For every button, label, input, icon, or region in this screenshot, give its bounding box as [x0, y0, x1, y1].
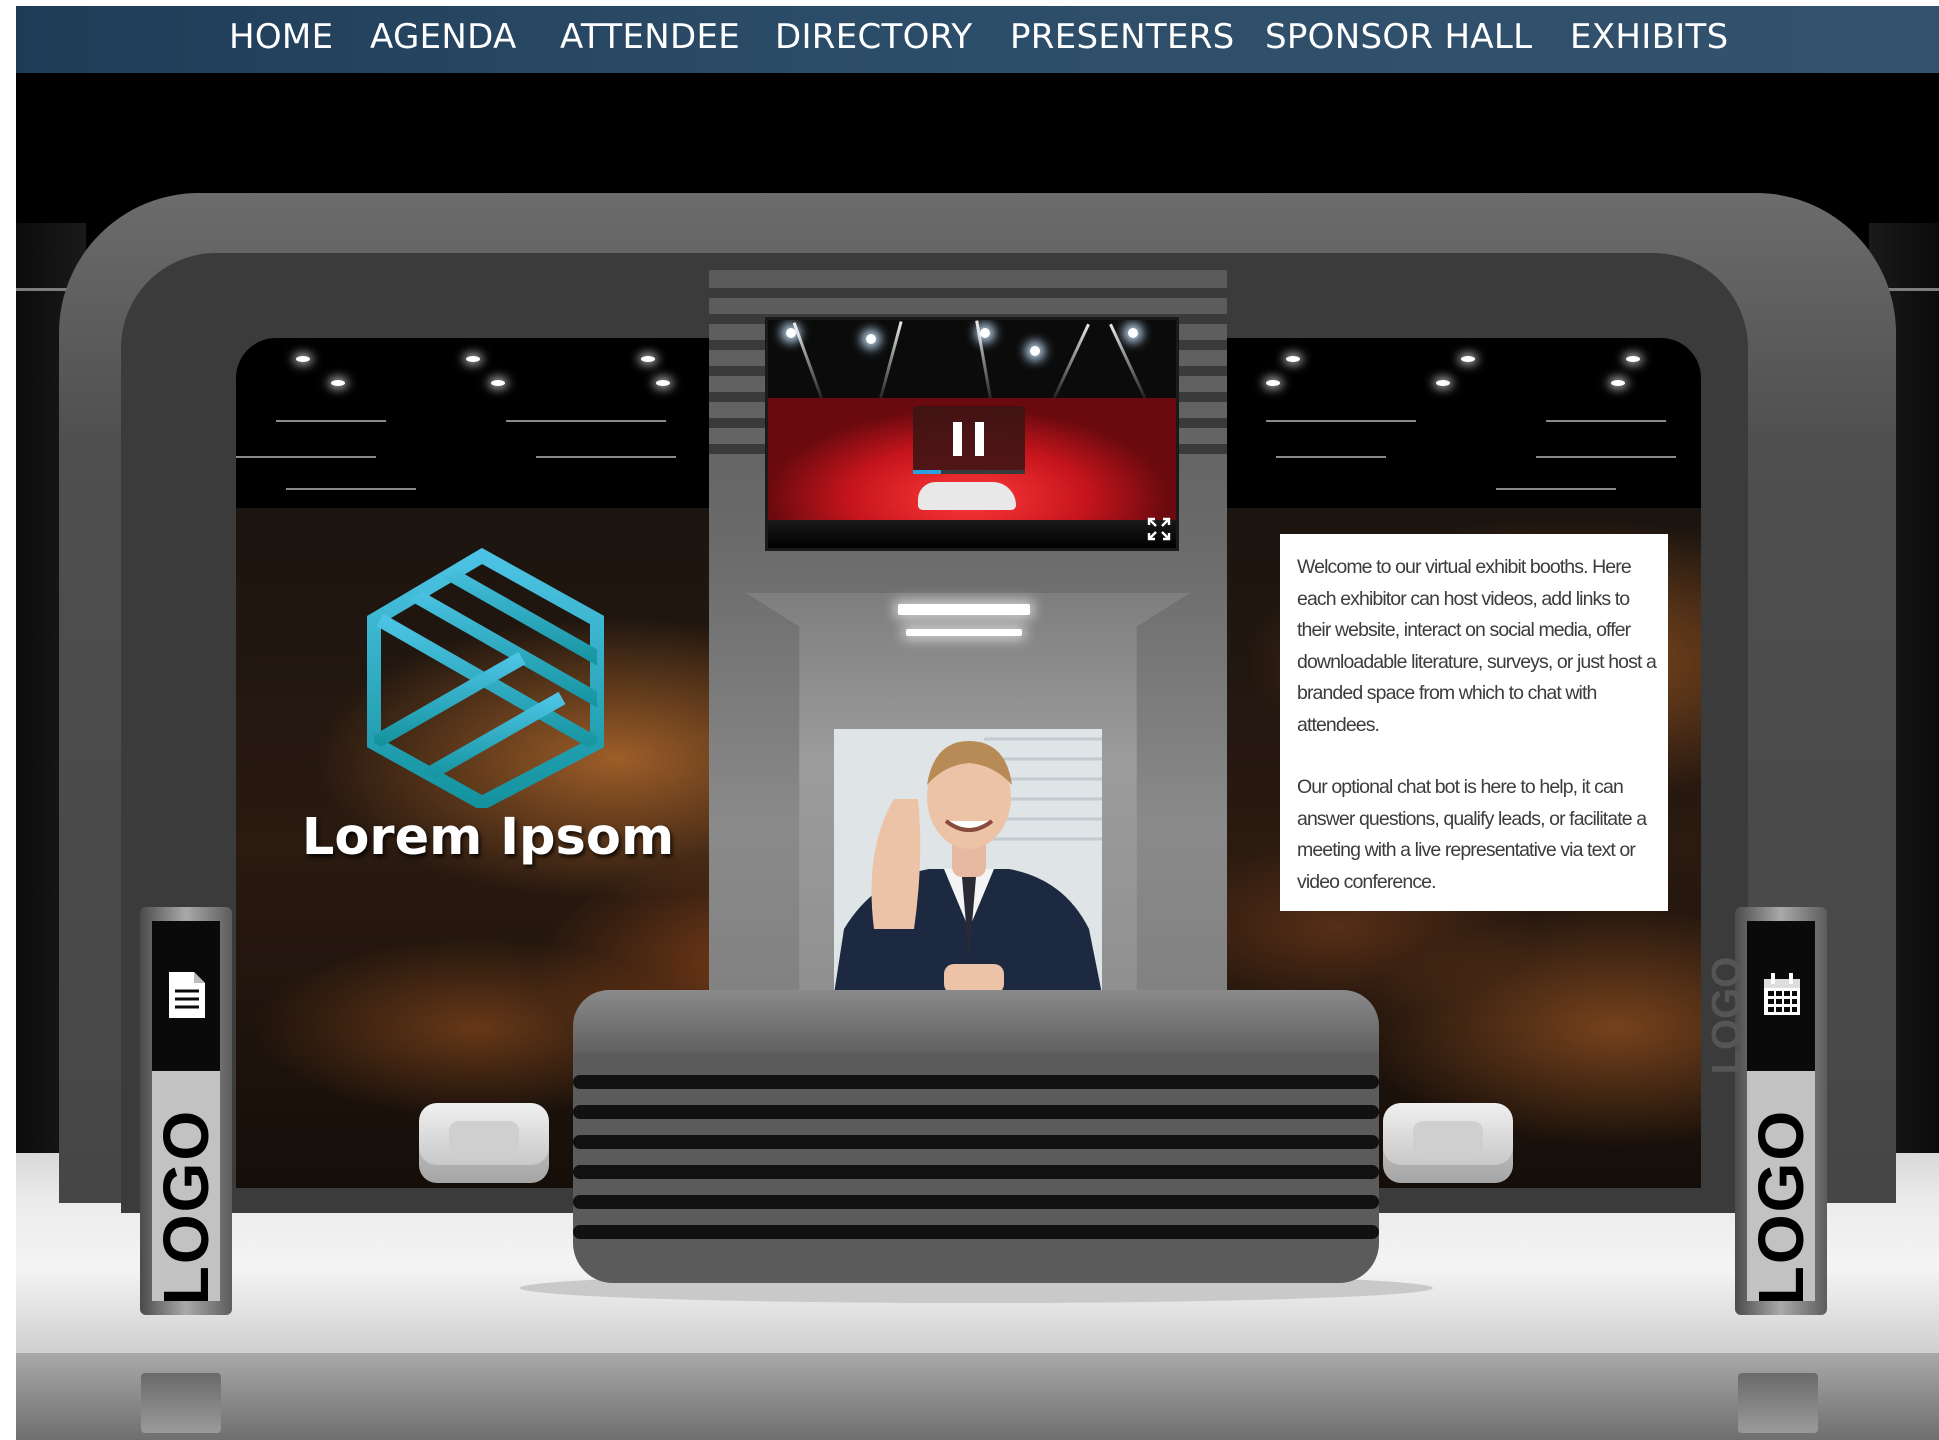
desk-groove: [573, 1135, 1379, 1149]
nav-agenda[interactable]: AGENDA: [370, 20, 517, 54]
ceiling-light: [1626, 356, 1640, 362]
alcove-light: [906, 629, 1022, 636]
ceiling-light: [1611, 380, 1625, 386]
pause-button[interactable]: [913, 406, 1025, 472]
alcove-light: [898, 604, 1030, 615]
ceiling-line: [536, 456, 676, 458]
nav-exhibits[interactable]: EXHIBITS: [1570, 20, 1728, 54]
video-crowd: [768, 520, 1176, 548]
stage-spotlight: [1030, 346, 1040, 356]
ceiling-line: [1546, 420, 1666, 422]
kiosk-side-logo: LOGO: [1704, 956, 1749, 1075]
video-progress-fill: [913, 470, 941, 474]
document-icon[interactable]: [166, 969, 208, 1021]
reception-desk: [573, 1053, 1379, 1283]
ceiling-light: [331, 380, 345, 386]
kiosk-logo-text: LOGO: [1745, 1108, 1817, 1306]
kiosk-screen: [1747, 921, 1815, 1071]
ceiling-line: [506, 420, 666, 422]
calendar-icon[interactable]: [1761, 969, 1803, 1021]
kiosk-logo-text: LOGO: [150, 1108, 222, 1306]
ceiling-light: [1436, 380, 1450, 386]
fullscreen-icon[interactable]: [1146, 516, 1172, 542]
video-car: [918, 482, 1016, 510]
ceiling-light: [466, 356, 480, 362]
ceiling-light: [1461, 356, 1475, 362]
nav-presenters[interactable]: PRESENTERS: [1010, 20, 1235, 54]
stage-spotlight: [980, 328, 990, 338]
stool-cutout: [449, 1121, 519, 1159]
brand-name: Lorem Ipsom: [301, 808, 675, 867]
ceiling-light: [491, 380, 505, 386]
ceiling-line: [1266, 420, 1416, 422]
desk-groove: [573, 1225, 1379, 1239]
ceiling-line: [1496, 488, 1616, 490]
reception-desk-top: [573, 990, 1379, 1060]
presenter-portrait: [834, 729, 1102, 994]
ceiling-line: [1276, 456, 1386, 458]
stage-spotlight: [866, 334, 876, 344]
ceiling-line: [236, 456, 376, 458]
kiosk-reflection: [1738, 1373, 1818, 1433]
nav-home[interactable]: HOME: [229, 20, 333, 54]
kiosk-left: LOGO: [140, 907, 232, 1315]
kiosk-screen: [152, 921, 220, 1071]
floor-reflection: [16, 1353, 1939, 1440]
exhibit-booth-scene: Lorem Ipsom Welcome to our virtual exhib…: [16, 73, 1939, 1440]
booth-video-player[interactable]: [765, 317, 1179, 551]
ceiling-light: [1286, 356, 1300, 362]
nav-attendee[interactable]: ATTENDEE: [560, 20, 740, 54]
stage-light-beam: [1049, 323, 1090, 407]
stage-light-beam: [792, 322, 827, 408]
desk-groove: [573, 1075, 1379, 1089]
tower-slat: [709, 288, 1227, 298]
booth-info-card: Welcome to our virtual exhibit booths. H…: [1280, 534, 1668, 911]
nav-directory[interactable]: DIRECTORY: [775, 20, 973, 54]
stage-spotlight: [1128, 328, 1138, 338]
stage-light-beam: [876, 321, 903, 409]
stool-cutout: [1413, 1121, 1483, 1159]
ceiling-line: [286, 488, 416, 490]
info-paragraph-chatbot: Our optional chat bot is here to help, i…: [1297, 776, 1647, 893]
ceiling-line: [1536, 456, 1676, 458]
pause-icon: [953, 422, 962, 456]
video-progress-bar[interactable]: [913, 470, 1025, 474]
ceiling-line: [276, 420, 386, 422]
ceiling-light: [641, 356, 655, 362]
desk-groove: [573, 1165, 1379, 1179]
top-navigation: HOME AGENDA ATTENDEE DIRECTORY PRESENTER…: [16, 6, 1939, 73]
desk-groove: [573, 1195, 1379, 1209]
pause-icon: [975, 422, 984, 456]
desk-groove: [573, 1105, 1379, 1119]
booth-stool: [419, 1103, 549, 1183]
ceiling-light: [1266, 380, 1280, 386]
ceiling-light: [656, 380, 670, 386]
brand-logo-icon[interactable]: [362, 548, 612, 808]
info-paragraph-welcome: Welcome to our virtual exhibit booths. H…: [1297, 556, 1657, 736]
presenter-video[interactable]: [834, 729, 1102, 994]
kiosk-reflection: [141, 1373, 221, 1433]
nav-sponsor-hall[interactable]: SPONSOR HALL: [1265, 20, 1532, 54]
ceiling-light: [296, 356, 310, 362]
booth-viewport: HOME AGENDA ATTENDEE DIRECTORY PRESENTER…: [16, 6, 1939, 1440]
booth-stool: [1383, 1103, 1513, 1183]
